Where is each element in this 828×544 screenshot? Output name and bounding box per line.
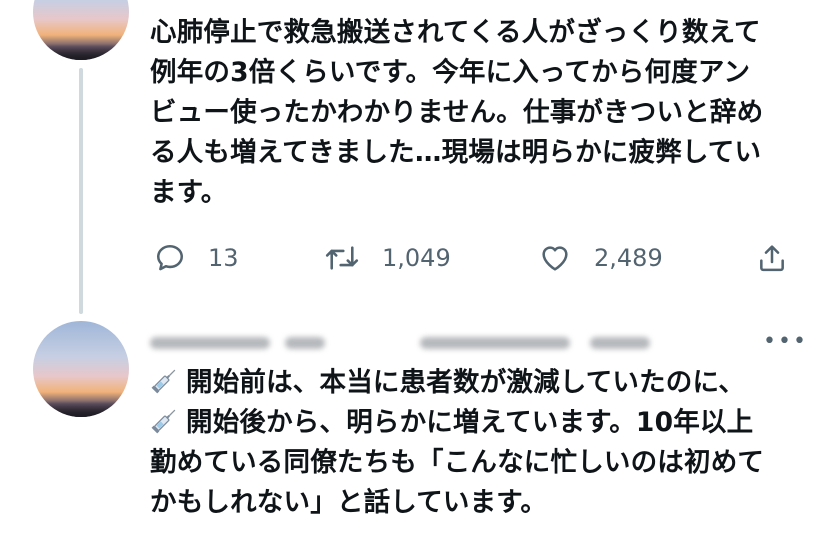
tweet-actions: 13 1,049 2,489 (0, 238, 828, 278)
share-icon (760, 245, 784, 272)
tweet-text-line: 勤めている同僚たちも「こんなに忙しいのは初めて (150, 447, 765, 478)
more-options-button[interactable]: ••• (763, 329, 808, 354)
tweet-text-line: ビュー使ったかわかりません。仕事がきついと辞め (150, 97, 764, 128)
tweet-text-line: 心肺停止で救急搬送されてくる人がざっくり数えて (150, 17, 761, 48)
tweet-text: 開始前は、本当に患者数が激減していたのに、 開始後から、明らかに増えています。1… (150, 363, 764, 523)
reply-icon (157, 245, 184, 271)
tweet-text-line: ます。 (150, 177, 228, 208)
reply-button[interactable]: 13 (154, 238, 239, 278)
avatar[interactable] (33, 321, 129, 417)
syringe-icon (151, 409, 176, 434)
share-button[interactable] (756, 238, 788, 278)
tweet-text-line: かもしれない」と話しています。 (150, 487, 548, 518)
tweet-text-line: 開始後から、明らかに増えています。10年以上 (186, 407, 754, 438)
retweet-button[interactable]: 1,049 (324, 238, 451, 278)
tweet-text-line: 開始前は、本当に患者数が激減していたのに、 (186, 367, 746, 398)
like-count: 2,489 (594, 244, 663, 272)
tweet-text-line: 例年の3倍くらいです。今年に入ってから何度アン (150, 57, 751, 88)
avatar[interactable] (33, 0, 129, 60)
reply-count: 13 (208, 244, 239, 272)
syringe-icon (151, 369, 176, 394)
retweet-icon (325, 246, 359, 270)
tweet-text-line: る人も増えてきました…現場は明らかに疲弊してい (150, 137, 762, 168)
heart-icon (542, 246, 568, 271)
tweet-text: 心肺停止で救急搬送されてくる人がざっくり数えて 例年の3倍くらいです。今年に入っ… (150, 13, 763, 213)
like-button[interactable]: 2,489 (538, 238, 663, 278)
retweet-count: 1,049 (382, 244, 451, 272)
blurred-user-name (150, 331, 650, 353)
